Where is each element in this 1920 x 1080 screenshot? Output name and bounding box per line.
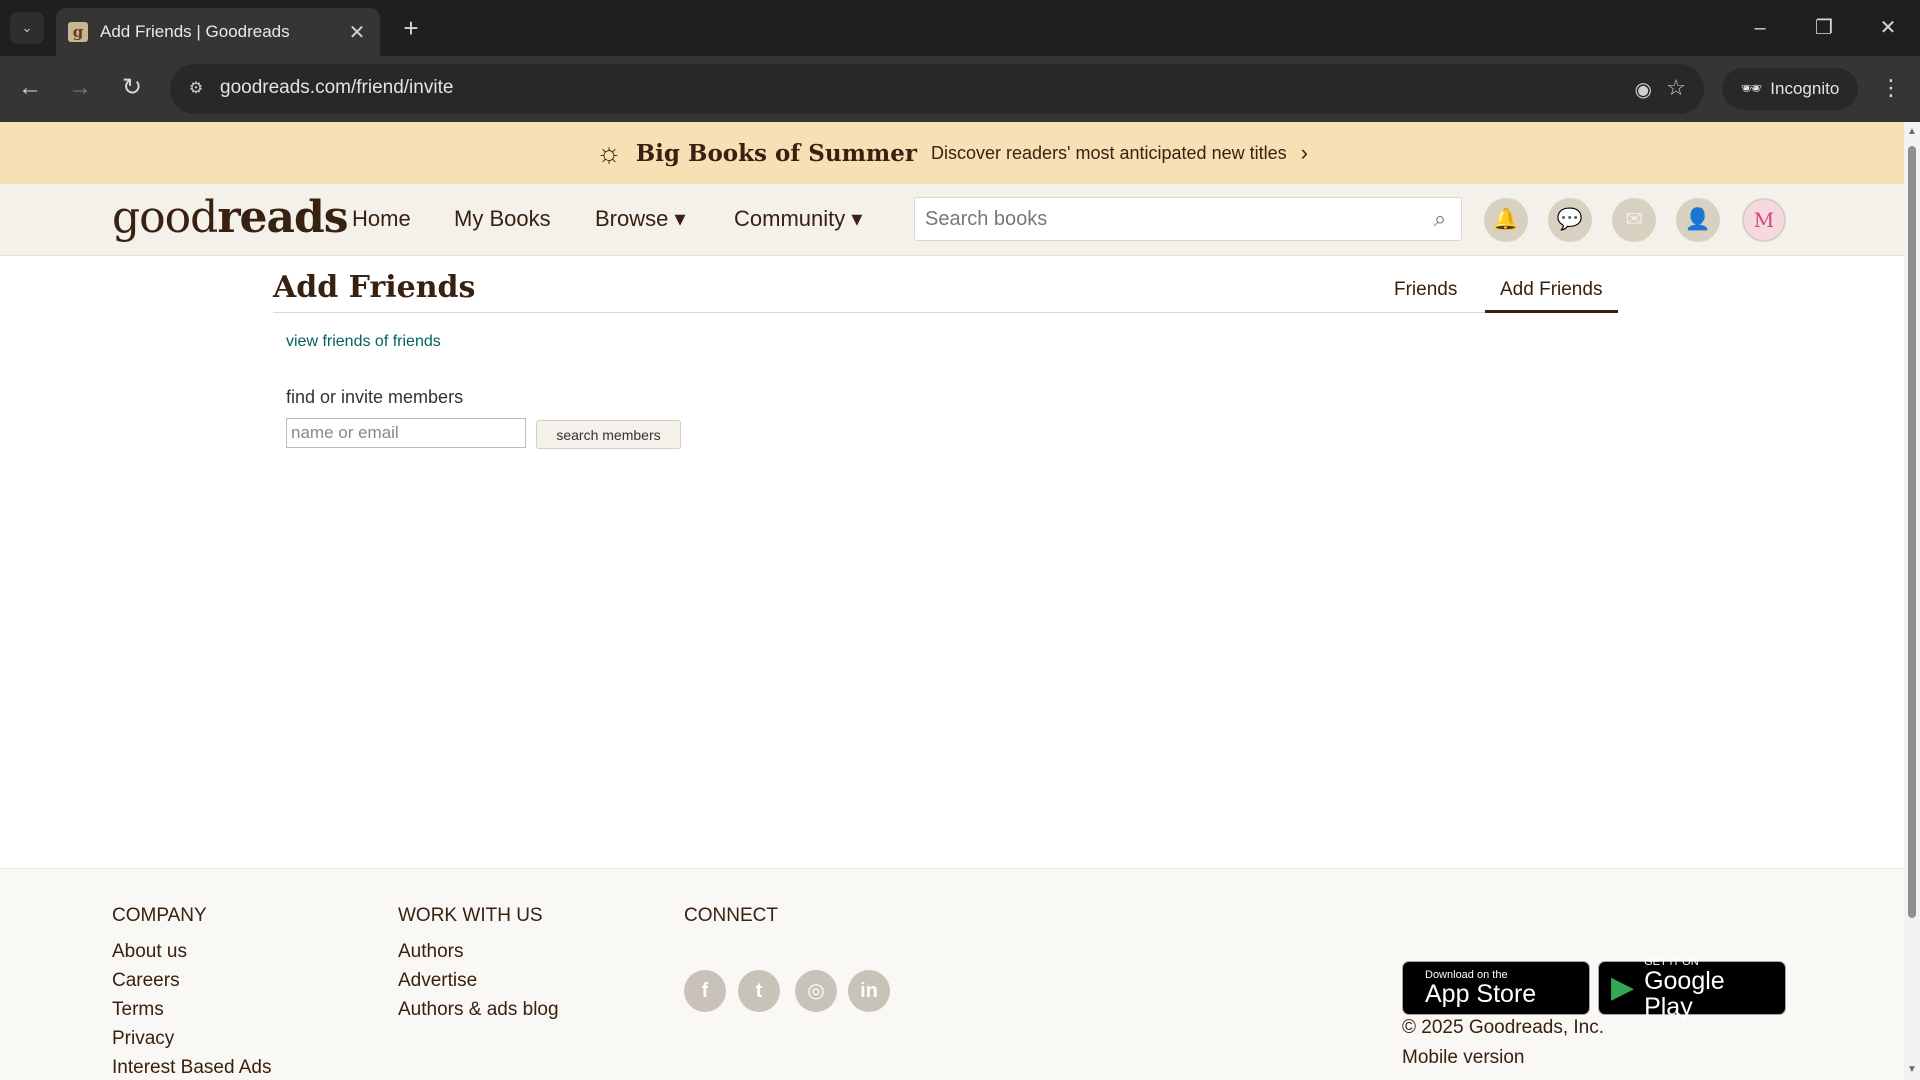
notifications-bell-icon[interactable]: 🔔 xyxy=(1484,198,1528,242)
new-tab-button[interactable]: + xyxy=(396,14,426,44)
app-store-big-text: App Store xyxy=(1425,980,1537,1008)
page-scrollbar[interactable]: ▲ ▼ xyxy=(1904,122,1920,1080)
forward-button[interactable]: → xyxy=(62,70,98,106)
goodreads-favicon-icon: g xyxy=(68,22,88,42)
profile-avatar[interactable]: M xyxy=(1742,198,1786,242)
banner-headline: Big Books of Summer xyxy=(635,139,918,167)
title-divider xyxy=(273,312,1618,313)
google-play-icon: ▶ xyxy=(1611,971,1635,1004)
member-search-input[interactable] xyxy=(286,418,526,448)
nav-community[interactable]: Community ▾ xyxy=(734,206,862,232)
twitter-icon[interactable]: t xyxy=(738,970,780,1012)
banner-subtext: Discover readers' most anticipated new t… xyxy=(931,142,1287,163)
friends-person-icon[interactable]: 👤 xyxy=(1676,198,1720,242)
subnav-friends[interactable]: Friends xyxy=(1394,279,1457,301)
goodreads-logo[interactable]: goodreads xyxy=(112,192,349,243)
back-button[interactable]: ← xyxy=(12,70,48,106)
mobile-version-link[interactable]: Mobile version xyxy=(1402,1047,1525,1069)
search-icon[interactable]: ⌕ xyxy=(1425,204,1455,234)
footer-connect-col: Connect xyxy=(684,905,778,937)
browser-toolbar: ← → ↻ ⚙ goodreads.com/friend/invite ◉ ☆ … xyxy=(0,56,1920,122)
footer-link-privacy[interactable]: Privacy xyxy=(112,1024,272,1053)
logo-bold-text: reads xyxy=(217,192,348,243)
instagram-icon[interactable]: ◎ xyxy=(795,970,837,1012)
subnav-add-friends[interactable]: Add Friends xyxy=(1500,279,1602,301)
find-members-label: find or invite members xyxy=(286,387,464,407)
search-members-button[interactable]: search members xyxy=(536,420,681,449)
view-friends-of-friends-link[interactable]: view friends of friends xyxy=(286,333,441,351)
footer-connect-heading: Connect xyxy=(684,905,778,926)
url-text: goodreads.com/friend/invite xyxy=(220,77,454,98)
tab-search-button[interactable]: ⌄ xyxy=(10,12,44,44)
google-play-big-text: Google Play xyxy=(1644,967,1725,1021)
book-search-input[interactable] xyxy=(925,206,1405,232)
messages-mail-icon[interactable]: ✉ xyxy=(1612,198,1656,242)
restore-button[interactable]: ❐ xyxy=(1804,10,1844,46)
bookmark-star-icon[interactable]: ☆ xyxy=(1666,75,1686,101)
tab-strip: ⌄ g Add Friends | Goodreads ✕ + – ❐ ✕ xyxy=(0,0,1920,56)
close-window-button[interactable]: ✕ xyxy=(1868,10,1908,46)
reload-button[interactable]: ↻ xyxy=(114,70,150,106)
footer-link-authors-ads-blog[interactable]: Authors & ads blog xyxy=(398,995,559,1024)
page-title: Add Friends xyxy=(273,270,476,305)
site-footer: Company About us Careers Terms Privacy I… xyxy=(0,868,1904,1080)
facebook-icon[interactable]: f xyxy=(684,970,726,1012)
footer-company-heading: Company xyxy=(112,905,207,926)
footer-work-col: Work with us Authors Advertise Authors &… xyxy=(398,905,559,1024)
nav-browse[interactable]: Browse ▾ xyxy=(595,206,686,232)
site-header: goodreads Home My Books Browse ▾ Communi… xyxy=(0,184,1904,256)
eye-slash-icon[interactable]: ◉ xyxy=(1635,77,1652,102)
footer-work-heading: Work with us xyxy=(398,905,543,926)
app-store-badge[interactable]: Download on the App Store xyxy=(1402,961,1590,1015)
incognito-label: Incognito xyxy=(1770,79,1840,98)
browser-tab-active[interactable]: g Add Friends | Goodreads ✕ xyxy=(56,8,380,56)
footer-link-terms[interactable]: Terms xyxy=(112,995,272,1024)
nav-my-books[interactable]: My Books xyxy=(454,206,551,232)
browser-menu-icon[interactable]: ⋮ xyxy=(1876,70,1906,106)
footer-link-about[interactable]: About us xyxy=(112,937,272,966)
footer-link-careers[interactable]: Careers xyxy=(112,966,272,995)
footer-link-authors[interactable]: Authors xyxy=(398,937,559,966)
tab-close-icon[interactable]: ✕ xyxy=(346,20,368,45)
chevron-right-icon: › xyxy=(1300,140,1308,165)
subnav-active-indicator xyxy=(1485,310,1618,313)
sun-icon: ☼ xyxy=(596,137,622,168)
site-info-icon[interactable]: ⚙ xyxy=(180,73,212,105)
scrollbar-thumb[interactable] xyxy=(1908,146,1916,918)
promo-banner[interactable]: ☼ Big Books of Summer Discover readers' … xyxy=(0,122,1904,184)
incognito-indicator[interactable]: 🕶 Incognito xyxy=(1722,68,1858,110)
browser-chrome: ⌄ g Add Friends | Goodreads ✕ + – ❐ ✕ ← … xyxy=(0,0,1920,122)
incognito-icon: 🕶 xyxy=(1740,79,1763,98)
copyright-text: © 2025 Goodreads, Inc. xyxy=(1402,1017,1605,1038)
address-bar[interactable]: ⚙ goodreads.com/friend/invite ◉ ☆ xyxy=(170,64,1704,114)
page-viewport: ☼ Big Books of Summer Discover readers' … xyxy=(0,122,1904,1080)
footer-link-advertise[interactable]: Advertise xyxy=(398,966,559,995)
tab-title: Add Friends | Goodreads xyxy=(100,22,290,41)
footer-link-interest-ads[interactable]: Interest Based Ads xyxy=(112,1053,272,1080)
nav-home[interactable]: Home xyxy=(352,206,411,232)
footer-company-col: Company About us Careers Terms Privacy I… xyxy=(112,905,272,1080)
linkedin-icon[interactable]: in xyxy=(848,970,890,1012)
logo-light-text: good xyxy=(112,192,218,243)
scroll-up-icon[interactable]: ▲ xyxy=(1907,126,1917,137)
scroll-down-icon[interactable]: ▼ xyxy=(1907,1064,1917,1075)
book-search: ⌕ xyxy=(914,197,1462,241)
minimize-button[interactable]: – xyxy=(1740,10,1780,46)
discussions-icon[interactable]: 💬 xyxy=(1548,198,1592,242)
google-play-badge[interactable]: ▶ GET IT ON Google Play xyxy=(1598,956,1786,1020)
